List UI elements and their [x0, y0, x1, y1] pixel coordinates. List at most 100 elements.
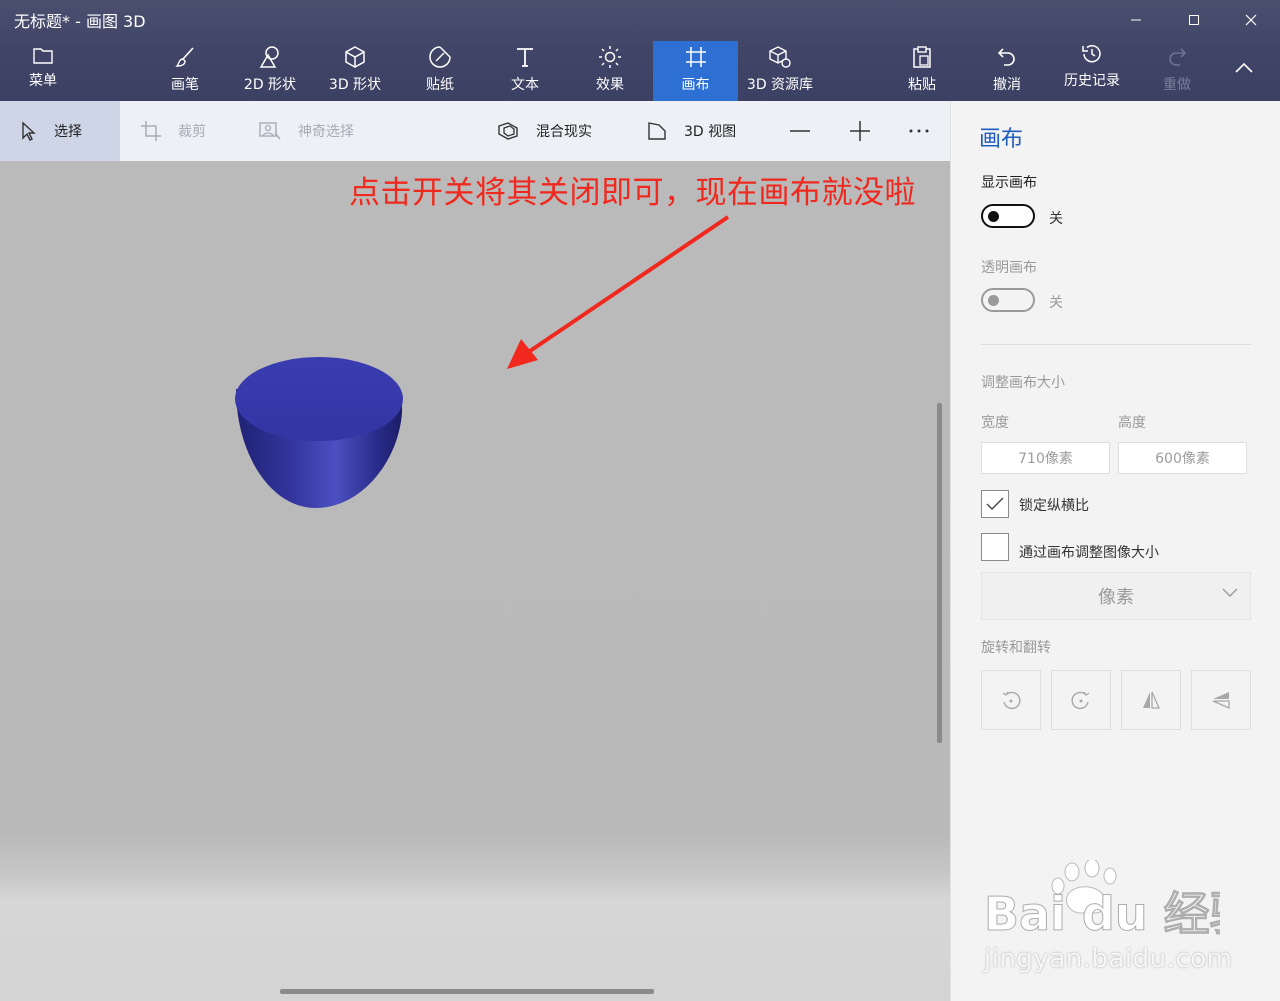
flip-horizontal-button[interactable]	[1121, 670, 1181, 730]
crop-button[interactable]: 裁剪	[140, 101, 206, 161]
tool-text-label: 文本	[511, 77, 539, 93]
history-icon	[1082, 45, 1101, 63]
paste-icon	[913, 46, 931, 68]
show-canvas-state: 关	[1049, 211, 1063, 227]
height-label: 高度	[1118, 415, 1146, 431]
transparent-canvas-toggle[interactable]	[981, 288, 1035, 312]
view-3d-button[interactable]: 3D 视图	[646, 101, 736, 161]
select-label: 选择	[54, 124, 82, 140]
tool-canvas[interactable]: 画布	[653, 41, 738, 101]
mixed-reality-icon	[498, 122, 518, 140]
paste-button[interactable]: 粘贴	[879, 41, 965, 101]
chevron-down-icon	[1222, 588, 1238, 597]
rotate-left-icon	[1002, 691, 1021, 710]
title-and-ribbon-bar: 无标题* - 画图 3D 菜单 画笔 2D 形状 3D 形状 贴纸 文本 效果	[0, 0, 1280, 101]
select-button[interactable]: 选择	[0, 101, 120, 161]
window-title: 无标题* - 画图 3D	[14, 12, 146, 31]
redo-button[interactable]: 重做	[1134, 41, 1220, 101]
tool-brushes-label: 画笔	[171, 77, 199, 93]
show-canvas-toggle[interactable]	[981, 204, 1035, 228]
red-arrow-annotation-icon	[507, 215, 730, 369]
watermark-url: jingyan.baidu.com	[984, 944, 1233, 974]
rotate-left-button[interactable]	[981, 670, 1041, 730]
tool-2d-shapes-label: 2D 形状	[243, 77, 297, 93]
brush-icon	[175, 47, 194, 67]
redo-icon	[1169, 48, 1187, 66]
tool-3d-library[interactable]: 3D 资源库	[738, 41, 822, 101]
tool-canvas-label: 画布	[681, 77, 710, 93]
transparent-canvas-label: 透明画布	[981, 260, 1037, 276]
canvas-icon	[685, 47, 706, 67]
view-3d-icon	[648, 122, 666, 140]
resize-image-checkbox[interactable]	[981, 533, 1009, 561]
resize-image-label: 通过画布调整图像大小	[1019, 545, 1159, 561]
maximize-icon	[1189, 15, 1199, 25]
cube-icon	[345, 46, 365, 68]
undo-icon	[997, 48, 1015, 66]
resize-canvas-label: 调整画布大小	[981, 375, 1065, 391]
history-button[interactable]: 历史记录	[1049, 41, 1135, 101]
menu-button[interactable]: 菜单	[0, 41, 86, 101]
rotate-right-button[interactable]	[1051, 670, 1111, 730]
menu-label: 菜单	[29, 73, 57, 89]
minimize-icon	[1131, 19, 1141, 21]
more-dots-icon	[909, 129, 929, 133]
history-label: 历史记录	[1064, 73, 1120, 89]
more-options-button[interactable]	[908, 101, 946, 161]
tool-stickers-label: 贴纸	[426, 77, 454, 93]
mixed-reality-button[interactable]: 混合现实	[496, 101, 592, 161]
text-icon	[517, 48, 533, 67]
sun-icon	[599, 46, 621, 68]
tool-brushes[interactable]: 画笔	[142, 41, 228, 101]
zoom-in-button[interactable]	[849, 101, 887, 161]
tool-text[interactable]: 文本	[482, 41, 568, 101]
sticker-icon	[429, 46, 451, 68]
checkmark-icon	[986, 497, 1004, 510]
crop-label: 裁剪	[178, 124, 206, 140]
watermark-brand: Bai du 经验	[984, 887, 1220, 941]
vertical-scrollbar[interactable]	[937, 403, 942, 743]
collapse-ribbon-chevron-up-icon[interactable]	[1234, 60, 1254, 74]
plus-icon	[850, 121, 870, 141]
tool-3d-library-label: 3D 资源库	[746, 77, 814, 93]
flip-vertical-icon	[1212, 692, 1230, 709]
rotate-right-icon	[1071, 691, 1090, 710]
mixed-reality-label: 混合现实	[536, 124, 592, 140]
sub-toolbar: 选择 裁剪 神奇选择 混合现实 3D 视图	[0, 101, 950, 161]
magic-select-button[interactable]: 神奇选择	[258, 101, 354, 161]
redo-label: 重做	[1163, 77, 1191, 93]
tool-3d-shapes-label: 3D 形状	[328, 77, 382, 93]
tool-effects[interactable]: 效果	[567, 41, 653, 101]
lock-ratio-checkbox[interactable]	[981, 490, 1009, 518]
maximize-button[interactable]	[1165, 0, 1223, 40]
canvas-workspace[interactable]: 点击开关将其关闭即可，现在画布就没啦	[0, 161, 950, 1001]
tool-stickers[interactable]: 贴纸	[397, 41, 483, 101]
show-canvas-label: 显示画布	[981, 175, 1037, 191]
horizontal-scrollbar[interactable]	[280, 989, 654, 994]
flip-horizontal-icon	[1143, 691, 1160, 709]
close-icon	[1245, 14, 1257, 26]
paste-label: 粘贴	[908, 77, 936, 93]
height-input[interactable]: 600像素	[1118, 442, 1247, 474]
width-input[interactable]: 710像素	[981, 442, 1110, 474]
baidu-paw-logo-icon: Bai du 经验	[984, 860, 1220, 942]
close-button[interactable]	[1222, 0, 1280, 40]
magic-select-label: 神奇选择	[298, 124, 354, 140]
undo-label: 撤消	[993, 77, 1021, 93]
unit-selected-value: 像素	[1098, 587, 1134, 608]
tool-3d-shapes[interactable]: 3D 形状	[312, 41, 398, 101]
minus-icon	[790, 130, 810, 132]
undo-button[interactable]: 撤消	[964, 41, 1050, 101]
flip-vertical-button[interactable]	[1191, 670, 1251, 730]
view-3d-label: 3D 视图	[684, 124, 737, 140]
shapes-2d-icon	[259, 46, 279, 68]
tool-2d-shapes[interactable]: 2D 形状	[227, 41, 313, 101]
minimize-button[interactable]	[1107, 0, 1165, 40]
unit-dropdown[interactable]: 像素	[981, 572, 1251, 620]
zoom-out-button[interactable]	[789, 101, 827, 161]
library-3d-icon	[769, 46, 791, 68]
panel-divider	[981, 344, 1251, 345]
folder-icon	[33, 48, 53, 64]
crop-icon	[141, 121, 161, 141]
3d-bowl-object[interactable]	[230, 353, 410, 513]
